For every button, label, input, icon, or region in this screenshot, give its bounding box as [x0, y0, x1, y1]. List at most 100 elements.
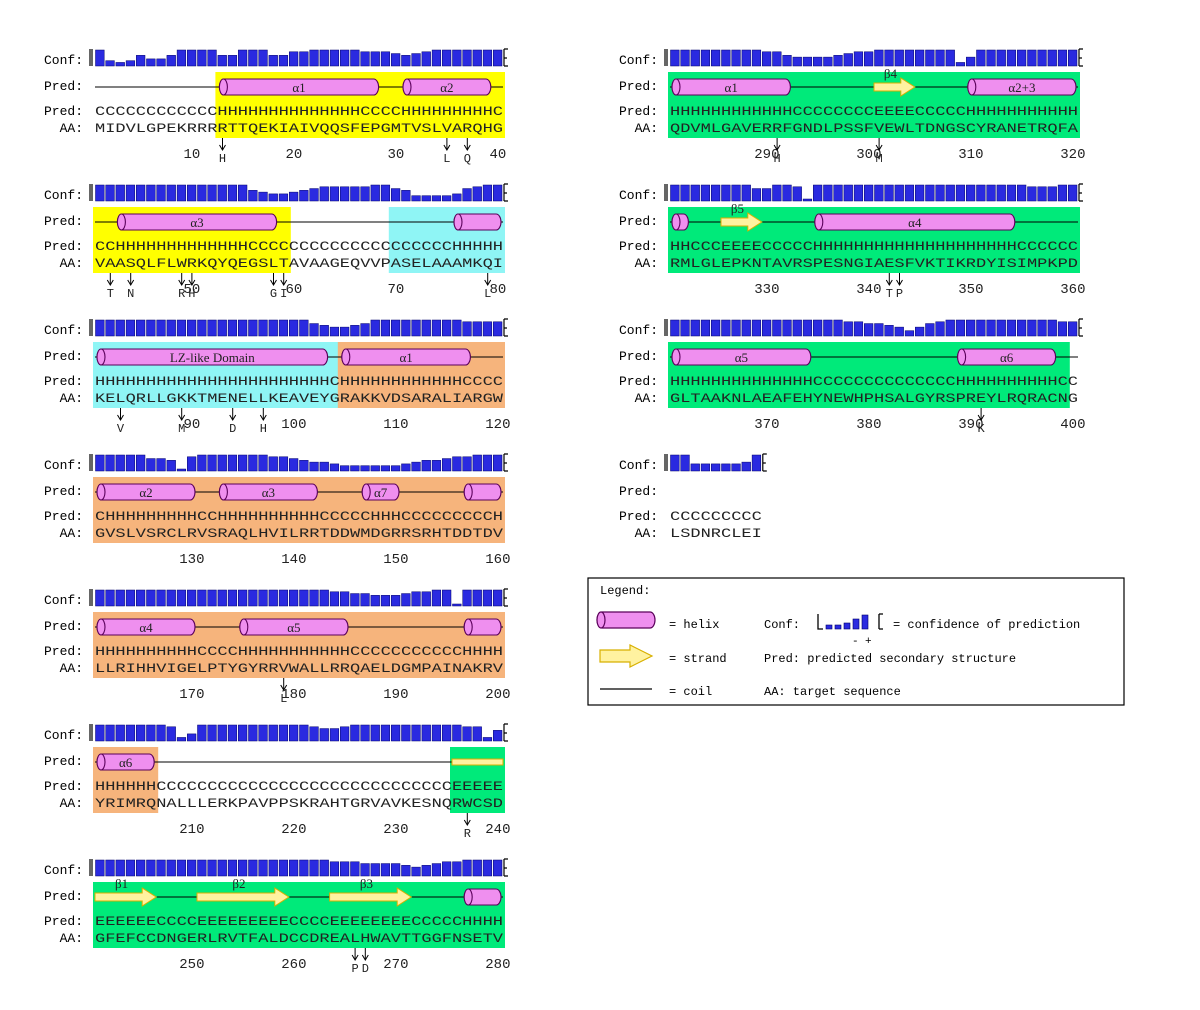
conf-bar [380, 184, 391, 202]
conf-label: Conf: [44, 863, 83, 878]
aa-sequence: MIDVLGPEKRRRRTTQEKIAIVQQSFEPGMTVSLVARQHG [95, 121, 503, 136]
conf-bar [401, 463, 411, 472]
position-tick: 270 [383, 957, 408, 973]
pred-label: Pred: [619, 509, 658, 524]
helix-cap [671, 213, 681, 231]
conf-bar [493, 859, 503, 877]
position-tick: 40 [489, 147, 506, 163]
conf-bar [95, 184, 105, 202]
conf-bar [431, 460, 442, 472]
helix-cap [402, 78, 412, 96]
helix-label: α1 [399, 350, 412, 365]
aa-sequence: KELQRLLGKKTMENELLKEAVEYGRAKKVDSARALIARGW [95, 391, 503, 406]
position-tick: 320 [1060, 147, 1085, 163]
conf-bar [350, 593, 360, 607]
conf-bar [966, 56, 976, 67]
conf-bar [146, 58, 156, 67]
mark-label: K [977, 422, 985, 436]
conf-bar [431, 863, 442, 877]
helix-label: α5 [735, 350, 748, 365]
conf-bracket-right [1078, 48, 1083, 67]
conf-bar [391, 724, 401, 742]
conf-bracket-right [503, 588, 508, 607]
conf-bar [472, 49, 482, 67]
conf-bar [278, 724, 289, 742]
legend-title: Legend: [600, 584, 650, 598]
conf-bracket-left [89, 49, 93, 66]
conf-bar [782, 55, 792, 67]
pred-label: Pred: [44, 79, 83, 94]
conf-bar [380, 51, 391, 67]
conf-bar [278, 859, 289, 877]
position-tick: 190 [383, 687, 408, 703]
conf-bar [442, 319, 452, 337]
conf-bar [370, 595, 380, 607]
legend-helix-label: = helix [669, 618, 719, 632]
position-tick: 240 [485, 822, 510, 838]
conf-bar [146, 589, 156, 607]
conf-bar [1047, 49, 1057, 67]
conf-bar [741, 319, 751, 337]
conf-bar [340, 186, 350, 202]
conf-bar [207, 724, 217, 742]
conf-bar [238, 184, 248, 202]
conf-bar [1027, 186, 1037, 202]
conf-bar [976, 319, 986, 337]
block-81: Conf:Pred:Pred:AA:LZ-like Domain α1HHHHHH… [44, 318, 511, 436]
conf-bar [319, 461, 329, 472]
conf-bar [1068, 184, 1078, 202]
conf-bar [833, 184, 843, 202]
conf-bar [289, 589, 299, 607]
conf-bar [95, 859, 105, 877]
conf-bar [391, 863, 401, 877]
position-tick: 280 [485, 957, 510, 973]
position-tick: 220 [281, 822, 306, 838]
aa-sequence: LSDNRCLEI [670, 526, 762, 541]
conf-bar [227, 55, 238, 67]
position-tick: 200 [485, 687, 510, 703]
position-tick: 160 [485, 552, 510, 568]
conf-bar [904, 184, 915, 202]
pred-sequence: HHCCCEEEECCCCCHHHHHHHHHHHHHHHHHHHHCCCCCC [670, 239, 1078, 254]
legend-coil-label: = coil [669, 685, 712, 699]
conf-bracket-left [89, 724, 93, 741]
conf-bar [472, 589, 482, 607]
conf-bar [431, 319, 442, 337]
strand-label: β1 [115, 876, 128, 891]
conf-bar [462, 726, 472, 742]
conf-bar [813, 56, 823, 67]
conf-bar [299, 859, 309, 877]
conf-bar [299, 460, 309, 472]
conf-bar [670, 454, 680, 472]
aa-label: AA: [635, 121, 658, 136]
conf-bar [462, 321, 472, 337]
conf-bar [207, 319, 217, 337]
strand-label: β3 [360, 876, 373, 891]
conf-bar [843, 53, 853, 67]
conf-bar [411, 591, 421, 607]
conf-bar [115, 454, 125, 472]
helix-cap [463, 483, 473, 501]
conf-bar [380, 595, 391, 607]
conf-bar [945, 184, 955, 202]
conf-bar [802, 319, 813, 337]
legend-box: Legend: = helix = strand = coil Conf: - … [587, 577, 1125, 706]
pred-sequence: CCCCCCCCCCCCHHHHHHHHHHHHHHCCCCHHHHHHHHHC [95, 104, 503, 119]
conf-bar [843, 321, 853, 337]
conf-bar [493, 49, 503, 67]
conf-bar [125, 859, 136, 877]
aa-sequence: GFEFCCDNGERLRVTFALDCCDREALHWAVTTGGFNSETV [95, 931, 503, 946]
conf-bar [207, 859, 217, 877]
conf-bar [319, 859, 329, 877]
conf-bar [411, 724, 421, 742]
conf-bar [380, 319, 391, 337]
aa-label: AA: [60, 526, 83, 541]
conf-bar [350, 724, 360, 742]
conf-bracket-right [503, 453, 508, 472]
conf-bar [452, 319, 462, 337]
aa-label: AA: [635, 526, 658, 541]
conf-bar [1037, 319, 1047, 337]
conf-bar [925, 323, 935, 337]
conf-bar [1006, 184, 1017, 202]
conf-bar [217, 184, 227, 202]
